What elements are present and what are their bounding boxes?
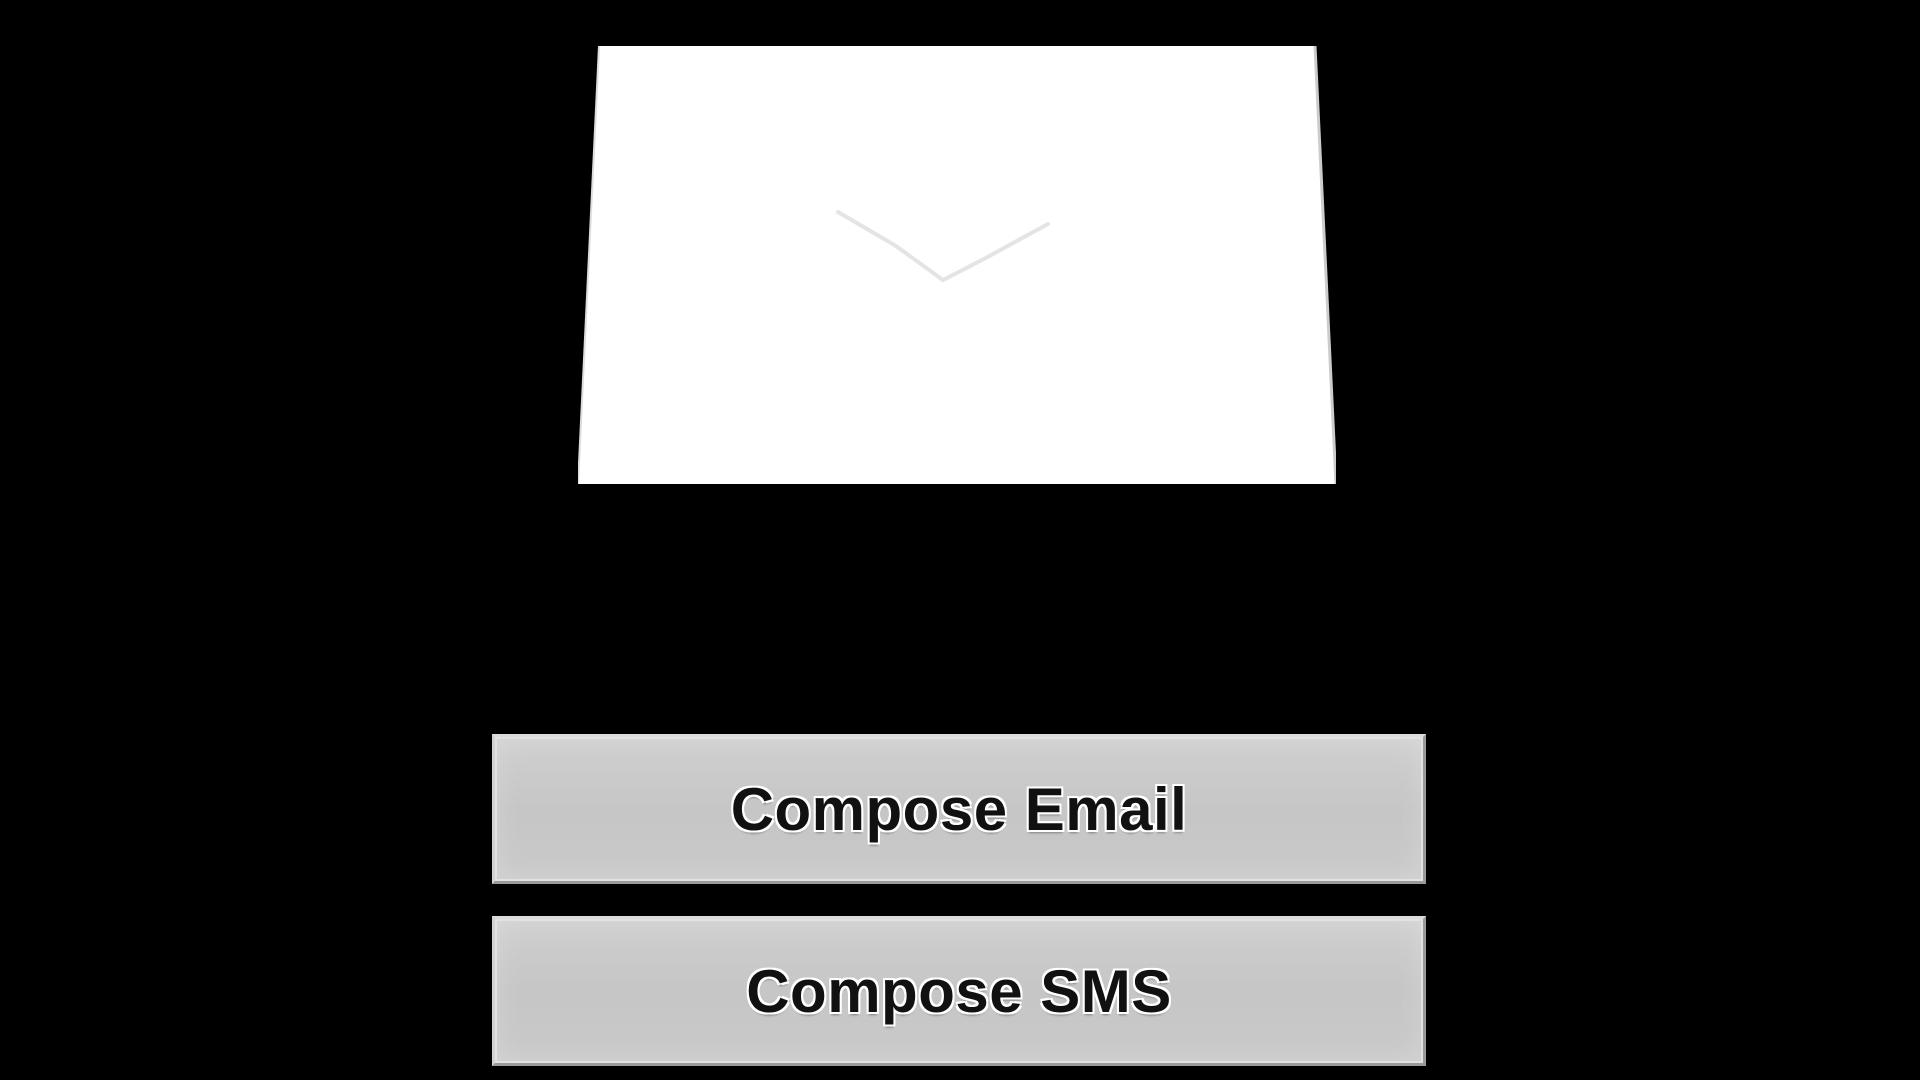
envelope-graphic	[578, 46, 1336, 484]
envelope-body	[578, 46, 1336, 484]
compose-sms-label: Compose SMS	[746, 957, 1172, 1025]
app-screen: Compose Email Compose SMS	[0, 0, 1920, 1080]
envelope-icon	[578, 46, 1336, 484]
compose-email-label: Compose Email	[730, 775, 1188, 843]
compose-email-button[interactable]: Compose Email	[492, 734, 1426, 884]
compose-sms-button[interactable]: Compose SMS	[492, 916, 1426, 1066]
